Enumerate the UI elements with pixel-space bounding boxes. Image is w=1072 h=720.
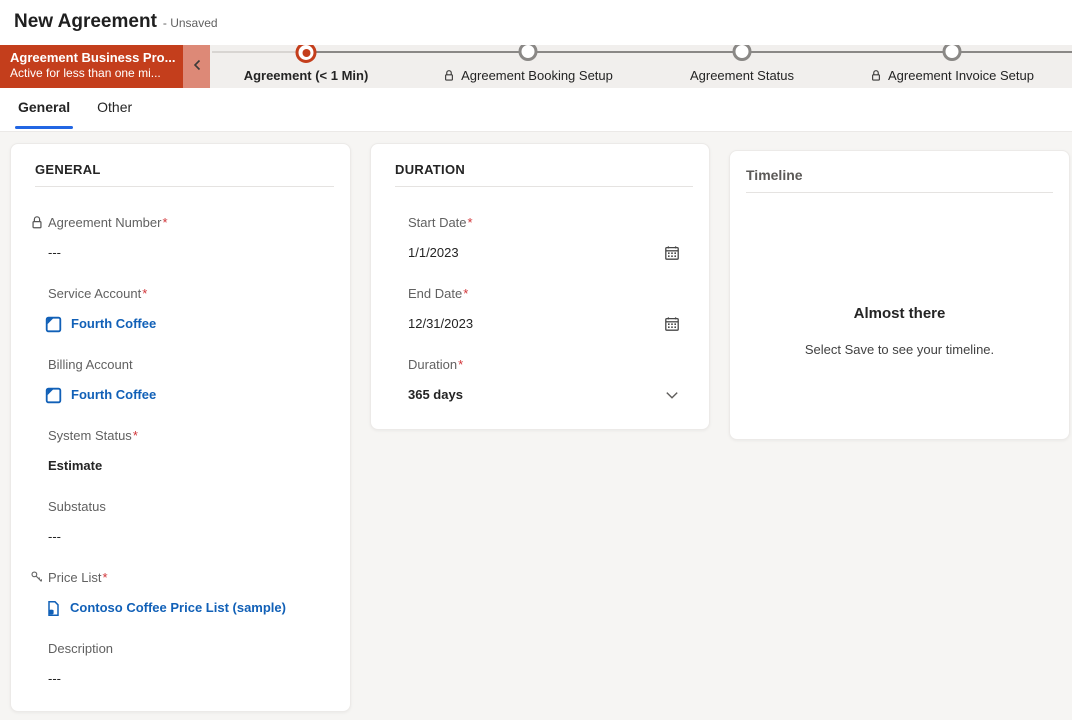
field-service-account[interactable]: Service Account* Fourth Coffee — [48, 284, 334, 334]
key-icon — [30, 570, 44, 584]
field-billing-account[interactable]: Billing Account Fourth Coffee — [48, 355, 334, 405]
required-marker: * — [102, 570, 107, 585]
field-label: End Date* — [408, 284, 693, 304]
lookup-value: Contoso Coffee Price List (sample) — [45, 598, 334, 618]
duration-card: DURATION Start Date* 1/1/2023 End Date* … — [370, 143, 710, 430]
field-value: --- — [48, 669, 334, 689]
lock-icon — [443, 69, 455, 85]
field-label: Price List* — [48, 568, 334, 588]
field-value[interactable]: 1/1/2023 — [408, 243, 459, 263]
duration-fields: Start Date* 1/1/2023 End Date* 12/31/202… — [371, 187, 709, 405]
timeline-card-title: Timeline — [746, 167, 1053, 183]
lock-icon — [870, 69, 882, 85]
duration-card-title: DURATION — [395, 162, 693, 177]
bpf-stage-invoice-setup[interactable]: Agreement Invoice Setup — [802, 45, 1072, 85]
lookup-value: Fourth Coffee — [45, 385, 334, 405]
field-label: Start Date* — [408, 213, 693, 233]
unsaved-status: - Unsaved — [163, 16, 218, 30]
form-content: GENERAL Agreement Number* --- Service Ac… — [0, 132, 1072, 720]
field-label: Agreement Number* — [48, 213, 334, 233]
timeline-card: Timeline Almost there Select Save to see… — [729, 150, 1070, 440]
chevron-down-icon[interactable] — [664, 387, 680, 403]
field-label: Description — [48, 639, 334, 659]
page-header: New Agreement - Unsaved — [0, 0, 1072, 45]
general-card-title: GENERAL — [35, 162, 334, 177]
field-end-date[interactable]: End Date* 12/31/2023 — [408, 284, 693, 334]
account-icon — [45, 387, 62, 404]
field-substatus[interactable]: Substatus --- — [48, 497, 334, 547]
divider — [746, 192, 1053, 193]
field-price-list[interactable]: Price List* Contoso Coffee Price List (s… — [48, 568, 334, 618]
general-fields: Agreement Number* --- Service Account* F… — [11, 187, 350, 689]
required-marker: * — [142, 286, 147, 301]
field-label: Substatus — [48, 497, 334, 517]
field-label: Service Account* — [48, 284, 334, 304]
stage-label: Agreement Invoice Setup — [802, 45, 1072, 85]
field-agreement-number[interactable]: Agreement Number* --- — [48, 213, 334, 263]
field-description[interactable]: Description --- — [48, 639, 334, 689]
required-marker: * — [468, 215, 473, 230]
required-marker: * — [463, 286, 468, 301]
required-marker: * — [133, 428, 138, 443]
lookup-link[interactable]: Fourth Coffee — [71, 314, 156, 334]
field-duration[interactable]: Duration* 365 days — [408, 355, 693, 405]
field-value: Estimate — [48, 456, 334, 476]
tab-other[interactable]: Other — [94, 88, 135, 131]
lookup-link[interactable]: Contoso Coffee Price List (sample) — [70, 598, 286, 618]
calendar-icon[interactable] — [664, 316, 680, 332]
timeline-empty-message: Select Save to see your timeline. — [730, 342, 1069, 357]
timeline-empty-state: Almost there Select Save to see your tim… — [730, 305, 1069, 357]
lookup-link[interactable]: Fourth Coffee — [71, 385, 156, 405]
timeline-empty-title: Almost there — [730, 305, 1069, 322]
price-list-icon — [45, 600, 61, 617]
field-value[interactable]: 12/31/2023 — [408, 314, 473, 334]
calendar-icon[interactable] — [664, 245, 680, 261]
page-title: New Agreement — [14, 11, 157, 32]
lock-icon — [30, 215, 44, 230]
field-label: Duration* — [408, 355, 693, 375]
required-marker: * — [162, 215, 167, 230]
field-value[interactable]: 365 days — [408, 385, 463, 405]
field-label: System Status* — [48, 426, 334, 446]
field-system-status[interactable]: System Status* Estimate — [48, 426, 334, 476]
field-start-date[interactable]: Start Date* 1/1/2023 — [408, 213, 693, 263]
tab-general[interactable]: General — [15, 88, 73, 131]
form-tabs: General Other — [0, 88, 1072, 132]
date-value-row: 12/31/2023 — [408, 314, 693, 334]
business-process-flow: Agreement Business Pro... Active for les… — [0, 45, 1072, 88]
general-card: GENERAL Agreement Number* --- Service Ac… — [10, 143, 351, 712]
lookup-value: Fourth Coffee — [45, 314, 334, 334]
date-value-row: 1/1/2023 — [408, 243, 693, 263]
field-value: --- — [48, 243, 334, 263]
account-icon — [45, 316, 62, 333]
field-value: --- — [48, 527, 334, 547]
field-label: Billing Account — [48, 355, 334, 375]
required-marker: * — [458, 357, 463, 372]
dropdown-value-row: 365 days — [408, 385, 693, 405]
